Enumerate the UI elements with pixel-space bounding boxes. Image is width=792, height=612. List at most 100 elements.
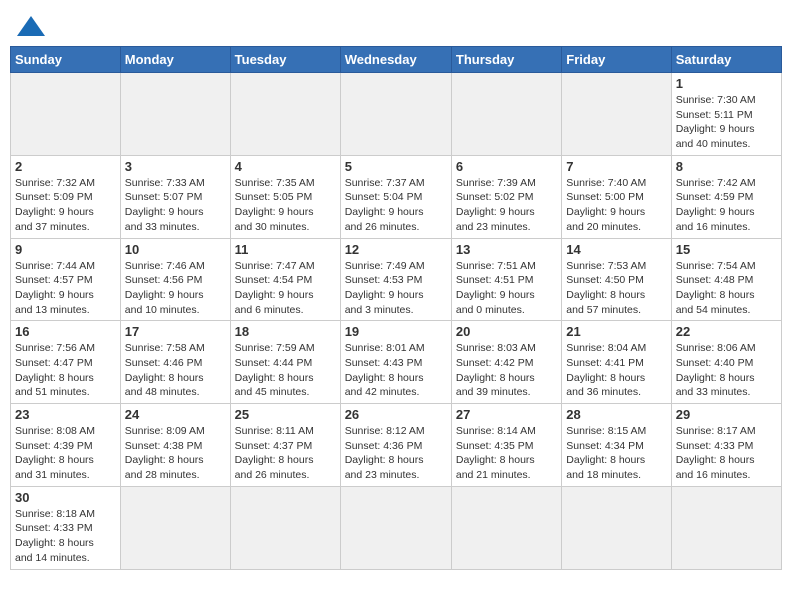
weekday-header-saturday: Saturday bbox=[671, 47, 781, 73]
calendar-cell: 24Sunrise: 8:09 AM Sunset: 4:38 PM Dayli… bbox=[120, 404, 230, 487]
calendar-cell: 8 Sunrise: 7:42 AM Sunset: 4:59 PM Daylig… bbox=[671, 155, 781, 238]
calendar-cell bbox=[120, 486, 230, 569]
calendar-cell: 12Sunrise: 7:49 AM Sunset: 4:53 PM Dayli… bbox=[340, 238, 451, 321]
logo bbox=[14, 16, 45, 32]
calendar-cell bbox=[562, 486, 671, 569]
day-number: 9 bbox=[15, 242, 116, 257]
calendar-cell: 2Sunrise: 7:32 AM Sunset: 5:09 PM Daylig… bbox=[11, 155, 121, 238]
day-info: Sunrise: 8:14 AM Sunset: 4:35 PM Dayligh… bbox=[456, 424, 557, 483]
day-info: Sunrise: 7:46 AM Sunset: 4:56 PM Dayligh… bbox=[125, 259, 226, 318]
calendar-week-row: 2Sunrise: 7:32 AM Sunset: 5:09 PM Daylig… bbox=[11, 155, 782, 238]
calendar-cell: 11 Sunrise: 7:47 AM Sunset: 4:54 PM Dayli… bbox=[230, 238, 340, 321]
day-number: 19 bbox=[345, 324, 447, 339]
weekday-header-sunday: Sunday bbox=[11, 47, 121, 73]
day-info: Sunrise: 7:53 AM Sunset: 4:50 PM Dayligh… bbox=[566, 259, 666, 318]
calendar-cell bbox=[230, 486, 340, 569]
calendar-cell bbox=[120, 73, 230, 156]
logo-triangle-svg bbox=[17, 16, 45, 36]
day-number: 8 bbox=[676, 159, 777, 174]
day-number: 30 bbox=[15, 490, 116, 505]
day-number: 4 bbox=[235, 159, 336, 174]
day-number: 17 bbox=[125, 324, 226, 339]
day-number: 11 bbox=[235, 242, 336, 257]
day-number: 15 bbox=[676, 242, 777, 257]
day-number: 22 bbox=[676, 324, 777, 339]
day-number: 29 bbox=[676, 407, 777, 422]
weekday-header-wednesday: Wednesday bbox=[340, 47, 451, 73]
calendar-cell: 6 Sunrise: 7:39 AM Sunset: 5:02 PM Daylig… bbox=[451, 155, 561, 238]
day-number: 6 bbox=[456, 159, 557, 174]
calendar-cell: 13 Sunrise: 7:51 AM Sunset: 4:51 PM Dayli… bbox=[451, 238, 561, 321]
calendar-cell bbox=[451, 486, 561, 569]
day-info: Sunrise: 7:32 AM Sunset: 5:09 PM Dayligh… bbox=[15, 176, 116, 235]
calendar-cell: 19 Sunrise: 8:01 AM Sunset: 4:43 PM Dayli… bbox=[340, 321, 451, 404]
day-number: 18 bbox=[235, 324, 336, 339]
calendar-cell: 25Sunrise: 8:11 AM Sunset: 4:37 PM Dayli… bbox=[230, 404, 340, 487]
calendar-cell: 1 Sunrise: 7:30 AM Sunset: 5:11 PM Daylig… bbox=[671, 73, 781, 156]
calendar-cell: 9Sunrise: 7:44 AM Sunset: 4:57 PM Daylig… bbox=[11, 238, 121, 321]
calendar-cell: 29Sunrise: 8:17 AM Sunset: 4:33 PM Dayli… bbox=[671, 404, 781, 487]
day-info: Sunrise: 7:39 AM Sunset: 5:02 PM Dayligh… bbox=[456, 176, 557, 235]
day-number: 27 bbox=[456, 407, 557, 422]
calendar-cell: 3 Sunrise: 7:33 AM Sunset: 5:07 PM Daylig… bbox=[120, 155, 230, 238]
day-number: 14 bbox=[566, 242, 666, 257]
day-number: 28 bbox=[566, 407, 666, 422]
calendar-cell bbox=[340, 73, 451, 156]
day-number: 16 bbox=[15, 324, 116, 339]
weekday-header-friday: Friday bbox=[562, 47, 671, 73]
day-info: Sunrise: 8:08 AM Sunset: 4:39 PM Dayligh… bbox=[15, 424, 116, 483]
calendar-header-row: SundayMondayTuesdayWednesdayThursdayFrid… bbox=[11, 47, 782, 73]
day-info: Sunrise: 7:58 AM Sunset: 4:46 PM Dayligh… bbox=[125, 341, 226, 400]
day-info: Sunrise: 8:12 AM Sunset: 4:36 PM Dayligh… bbox=[345, 424, 447, 483]
calendar-cell bbox=[340, 486, 451, 569]
calendar-week-row: 16 Sunrise: 7:56 AM Sunset: 4:47 PM Dayli… bbox=[11, 321, 782, 404]
calendar-cell: 22Sunrise: 8:06 AM Sunset: 4:40 PM Dayli… bbox=[671, 321, 781, 404]
day-info: Sunrise: 8:03 AM Sunset: 4:42 PM Dayligh… bbox=[456, 341, 557, 400]
day-info: Sunrise: 7:56 AM Sunset: 4:47 PM Dayligh… bbox=[15, 341, 116, 400]
calendar-cell: 21 Sunrise: 8:04 AM Sunset: 4:41 PM Dayli… bbox=[562, 321, 671, 404]
day-info: Sunrise: 8:04 AM Sunset: 4:41 PM Dayligh… bbox=[566, 341, 666, 400]
day-info: Sunrise: 8:01 AM Sunset: 4:43 PM Dayligh… bbox=[345, 341, 447, 400]
day-number: 21 bbox=[566, 324, 666, 339]
day-info: Sunrise: 7:42 AM Sunset: 4:59 PM Dayligh… bbox=[676, 176, 777, 235]
day-number: 24 bbox=[125, 407, 226, 422]
day-info: Sunrise: 7:54 AM Sunset: 4:48 PM Dayligh… bbox=[676, 259, 777, 318]
day-info: Sunrise: 7:40 AM Sunset: 5:00 PM Dayligh… bbox=[566, 176, 666, 235]
calendar-cell: 7 Sunrise: 7:40 AM Sunset: 5:00 PM Daylig… bbox=[562, 155, 671, 238]
day-info: Sunrise: 8:18 AM Sunset: 4:33 PM Dayligh… bbox=[15, 507, 116, 566]
calendar-cell bbox=[230, 73, 340, 156]
day-info: Sunrise: 7:35 AM Sunset: 5:05 PM Dayligh… bbox=[235, 176, 336, 235]
weekday-header-tuesday: Tuesday bbox=[230, 47, 340, 73]
calendar-cell: 26Sunrise: 8:12 AM Sunset: 4:36 PM Dayli… bbox=[340, 404, 451, 487]
day-info: Sunrise: 7:51 AM Sunset: 4:51 PM Dayligh… bbox=[456, 259, 557, 318]
day-info: Sunrise: 7:47 AM Sunset: 4:54 PM Dayligh… bbox=[235, 259, 336, 318]
day-number: 13 bbox=[456, 242, 557, 257]
calendar-cell: 5 Sunrise: 7:37 AM Sunset: 5:04 PM Daylig… bbox=[340, 155, 451, 238]
day-info: Sunrise: 7:30 AM Sunset: 5:11 PM Dayligh… bbox=[676, 93, 777, 152]
day-info: Sunrise: 7:37 AM Sunset: 5:04 PM Dayligh… bbox=[345, 176, 447, 235]
calendar-cell bbox=[671, 486, 781, 569]
day-number: 23 bbox=[15, 407, 116, 422]
day-number: 5 bbox=[345, 159, 447, 174]
day-info: Sunrise: 7:33 AM Sunset: 5:07 PM Dayligh… bbox=[125, 176, 226, 235]
day-number: 1 bbox=[676, 76, 777, 91]
calendar-cell: 23 Sunrise: 8:08 AM Sunset: 4:39 PM Dayli… bbox=[11, 404, 121, 487]
calendar-cell: 16 Sunrise: 7:56 AM Sunset: 4:47 PM Dayli… bbox=[11, 321, 121, 404]
calendar-cell: 14 Sunrise: 7:53 AM Sunset: 4:50 PM Dayli… bbox=[562, 238, 671, 321]
day-number: 20 bbox=[456, 324, 557, 339]
calendar-cell: 30 Sunrise: 8:18 AM Sunset: 4:33 PM Dayli… bbox=[11, 486, 121, 569]
calendar-cell: 4 Sunrise: 7:35 AM Sunset: 5:05 PM Daylig… bbox=[230, 155, 340, 238]
calendar-week-row: 30 Sunrise: 8:18 AM Sunset: 4:33 PM Dayli… bbox=[11, 486, 782, 569]
day-info: Sunrise: 8:11 AM Sunset: 4:37 PM Dayligh… bbox=[235, 424, 336, 483]
calendar-cell: 27 Sunrise: 8:14 AM Sunset: 4:35 PM Dayli… bbox=[451, 404, 561, 487]
calendar-cell bbox=[562, 73, 671, 156]
calendar-cell: 15 Sunrise: 7:54 AM Sunset: 4:48 PM Dayli… bbox=[671, 238, 781, 321]
weekday-header-thursday: Thursday bbox=[451, 47, 561, 73]
day-number: 7 bbox=[566, 159, 666, 174]
calendar-week-row: 1 Sunrise: 7:30 AM Sunset: 5:11 PM Daylig… bbox=[11, 73, 782, 156]
day-number: 3 bbox=[125, 159, 226, 174]
calendar-cell: 28Sunrise: 8:15 AM Sunset: 4:34 PM Dayli… bbox=[562, 404, 671, 487]
calendar-cell bbox=[451, 73, 561, 156]
day-number: 10 bbox=[125, 242, 226, 257]
day-info: Sunrise: 7:49 AM Sunset: 4:53 PM Dayligh… bbox=[345, 259, 447, 318]
